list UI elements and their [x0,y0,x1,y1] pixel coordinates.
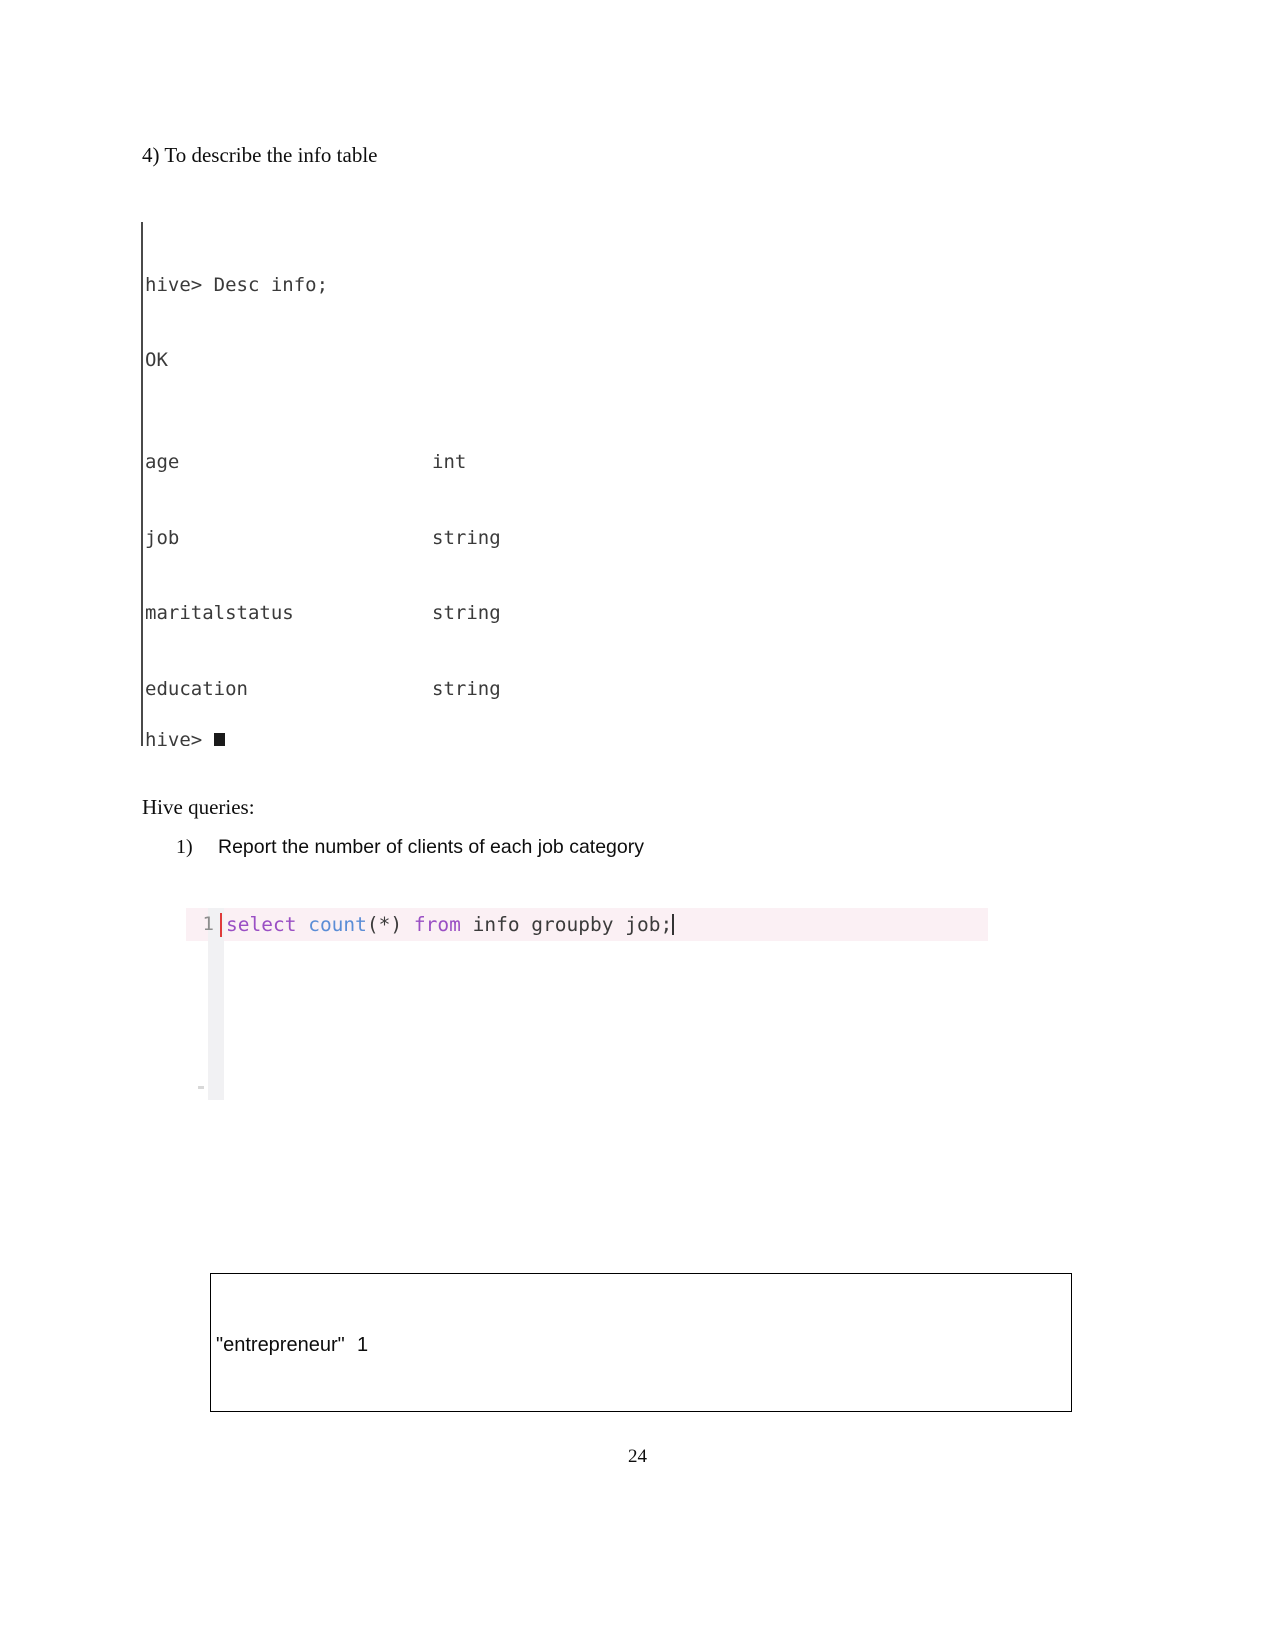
page-number: 24 [628,1446,647,1467]
sql-query-text[interactable]: select count(*) from info groupby job; [226,913,675,936]
result-count: 1 [357,1334,369,1356]
query-results-text: "entrepreneur"1 "blue-collar"1 "services… [216,1278,368,1411]
schema-column-type: string [432,602,501,625]
schema-column-name: maritalstatus [145,602,294,625]
terminal-status-ok: OK [145,349,168,372]
schema-column-type: string [432,678,501,701]
table-row: "entrepreneur" 1 [216,1332,368,1359]
query-results-box: "entrepreneur"1 "blue-collar"1 "services… [210,1273,1072,1412]
editor-gutter-caret [220,913,222,937]
schema-row: job string [145,526,660,551]
schema-column-name: education [145,678,248,701]
editor-gutter-tick [198,1086,204,1089]
terminal-left-border [141,222,143,746]
terminal-block-cursor [213,733,225,746]
list-item-marker: 1) [176,836,193,858]
schema-row: maritalstatus string [145,601,660,626]
schema-row: age int [145,450,660,475]
sql-token-select: select [226,913,297,936]
schema-column-type: string [432,526,501,549]
sql-editor-pane[interactable]: 1 select count(*) from info groupby job; [186,908,988,1100]
terminal-trailing-prompt-text: hive> [145,729,203,746]
sql-token-count: count [308,913,367,936]
list-item-query-1: 1) Report the number of clients of each … [176,836,644,859]
editor-text-caret [672,914,675,935]
terminal-trailing-prompt: hive> [145,728,225,746]
editor-line-number: 1 [202,913,214,935]
sql-token-space [296,913,308,936]
schema-row: education string [145,677,660,702]
terminal-text: hive> Desc info; OK age int job string mar… [145,222,660,746]
section-heading-hive-queries: Hive queries: [142,795,255,819]
schema-column-name: age [145,450,180,473]
sql-token-from: from [413,913,461,936]
schema-column-type: int [432,450,467,473]
sql-token-star: (*) [366,913,403,936]
sql-token-space [402,913,414,936]
list-item-label: Report the number of clients of each job… [218,836,644,858]
sql-token-rest: info groupby job; [460,913,673,936]
page-title: 4) To describe the info table [142,143,378,167]
result-job-label: "entrepreneur" [216,1334,345,1356]
terminal-prompt-line: hive> Desc info; [145,273,329,296]
terminal-output-capture: hive> Desc info; OK age int job string mar… [141,222,741,746]
schema-column-name: job [145,526,180,549]
